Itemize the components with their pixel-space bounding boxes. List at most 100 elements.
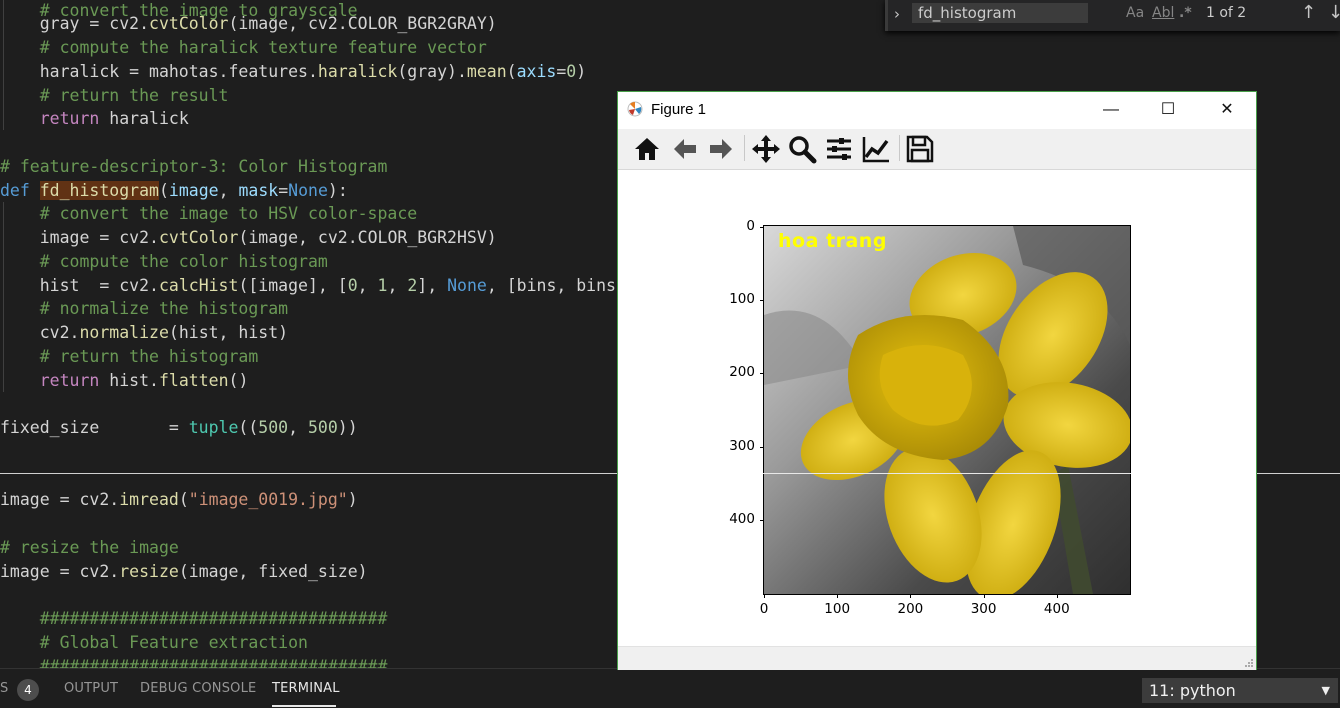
code-token: None — [288, 181, 328, 200]
code-token: haralick = mahotas.features. — [0, 62, 318, 81]
code-token: 2 — [407, 276, 418, 295]
terminal-select-value: 11: python — [1149, 681, 1236, 700]
y-tick-label: 0 — [746, 218, 755, 234]
code-token: image = cv2. — [0, 562, 120, 581]
x-tick-label: 400 — [1043, 601, 1070, 617]
subplots-icon[interactable] — [823, 133, 855, 165]
toggle-replace-chevron-icon[interactable]: › — [894, 3, 910, 25]
x-tick-mark — [910, 594, 912, 598]
tab-output[interactable]: OUTPUT — [64, 681, 118, 696]
y-tick-mark — [760, 300, 764, 302]
code-line: image = cv2.cvtColor(image, cv2.COLOR_BG… — [0, 226, 497, 250]
whole-word-toggle[interactable]: Abl — [1152, 4, 1174, 22]
dropdown-caret-icon: ▼ — [1321, 684, 1330, 697]
figure-window: Figure 1 — ☐ ✕ hoa trang 0 100 200 300 4… — [617, 91, 1257, 670]
x-tick-mark — [1056, 594, 1058, 598]
next-match-arrow-icon[interactable]: ↓ — [1328, 2, 1340, 24]
code-token: (hist, hist) — [168, 323, 289, 342]
code-token: gray = cv2. — [0, 14, 150, 33]
problems-count-badge: 4 — [17, 679, 39, 701]
code-token: ( — [506, 62, 517, 81]
code-token: (image, cv2.COLOR_BGR2HSV) — [238, 228, 497, 247]
code-token: 0 — [566, 62, 577, 81]
code-token: 0 — [347, 276, 358, 295]
y-tick-mark — [760, 227, 764, 228]
code-token: (gray). — [397, 62, 467, 81]
code-line: ################################### — [0, 655, 388, 668]
y-tick-label: 200 — [729, 364, 755, 381]
code-token: image = cv2. — [0, 490, 120, 509]
code-line: # normalize the histogram — [0, 297, 288, 321]
code-line: # return the histogram — [0, 345, 259, 369]
code-line: haralick = mahotas.features.haralick(gra… — [0, 60, 586, 84]
code-token: (( — [238, 418, 259, 437]
code-token: cv2. — [0, 323, 80, 342]
code-token: # resize the image — [0, 538, 179, 557]
y-tick-mark — [760, 446, 764, 448]
maximize-button[interactable]: ☐ — [1143, 92, 1193, 128]
code-token: (image, fixed_size) — [178, 562, 368, 581]
code-token: 500 — [258, 418, 289, 437]
tab-problems[interactable]: S — [0, 681, 8, 696]
code-token: tuple — [188, 418, 239, 437]
tab-debug-console[interactable]: DEBUG CONSOLE — [140, 681, 256, 696]
match-case-toggle[interactable]: Aa — [1126, 4, 1144, 22]
x-tick-mark — [983, 594, 985, 598]
code-token: , — [387, 276, 408, 295]
resize-grip-icon[interactable] — [1244, 658, 1254, 668]
code-line: return haralick — [0, 107, 189, 131]
x-tick-label: 0 — [759, 601, 769, 617]
back-arrow-icon[interactable] — [669, 133, 701, 165]
edit-curves-icon[interactable] — [860, 133, 892, 165]
code-token: flatten — [158, 371, 229, 390]
daffodil-image — [763, 225, 1131, 595]
find-input[interactable]: fd_histogram — [912, 3, 1088, 23]
code-token: () — [228, 371, 249, 390]
save-icon[interactable] — [904, 133, 936, 165]
code-line: # feature-descriptor-3: Color Histogram — [0, 155, 387, 179]
figure-statusbar — [618, 646, 1256, 670]
minimize-button[interactable]: — — [1086, 92, 1136, 128]
code-token: image — [168, 181, 219, 200]
previous-match-arrow-icon[interactable]: ↑ — [1301, 2, 1316, 24]
code-line: def fd_histogram(image, mask=None): — [0, 179, 348, 203]
code-line: # return the result — [0, 84, 229, 108]
code-token: # Global Feature extraction — [0, 633, 308, 652]
code-line: # Global Feature extraction — [0, 631, 308, 655]
code-token: # return the result — [0, 86, 229, 105]
code-line: ################################### — [0, 607, 388, 631]
pan-icon[interactable] — [750, 133, 782, 165]
code-token: return — [39, 371, 100, 390]
code-token: hist. — [99, 371, 159, 390]
code-token: = — [278, 181, 289, 200]
code-token: ################################### — [0, 657, 388, 668]
regex-toggle[interactable]: .* — [1179, 4, 1192, 22]
x-tick-label: 200 — [897, 601, 924, 617]
home-icon[interactable] — [631, 133, 663, 165]
code-token: cvtColor — [149, 14, 229, 33]
x-tick-mark — [837, 594, 839, 598]
code-token: # feature-descriptor-3: Color Histogram — [0, 157, 388, 176]
code-line: # compute the color histogram — [0, 250, 328, 274]
code-token: ], — [417, 276, 448, 295]
y-tick-label: 400 — [729, 510, 755, 527]
figure-canvas[interactable]: hoa trang 0 100 200 300 400 0 100 200 300 400 — [618, 170, 1256, 646]
find-widget: › fd_histogram Aa Abl .* 1 of 2 ↑ ↓ — [885, 0, 1340, 31]
code-token: haralick — [99, 109, 189, 128]
x-tick-mark — [764, 594, 765, 598]
code-token: ( — [178, 490, 189, 509]
terminal-select[interactable]: 11: python ▼ — [1142, 678, 1338, 703]
code-token: image = cv2. — [0, 228, 159, 247]
code-token: )) — [337, 418, 358, 437]
close-button[interactable]: ✕ — [1202, 92, 1252, 128]
code-token: fixed_size = — [0, 418, 189, 437]
zoom-icon[interactable] — [786, 133, 818, 165]
code-token: "image_0019.jpg" — [188, 490, 348, 509]
code-line: fixed_size = tuple((500, 500)) — [0, 416, 358, 440]
tab-terminal[interactable]: TERMINAL — [272, 681, 340, 696]
code-token: haralick — [317, 62, 398, 81]
forward-arrow-icon[interactable] — [705, 133, 737, 165]
